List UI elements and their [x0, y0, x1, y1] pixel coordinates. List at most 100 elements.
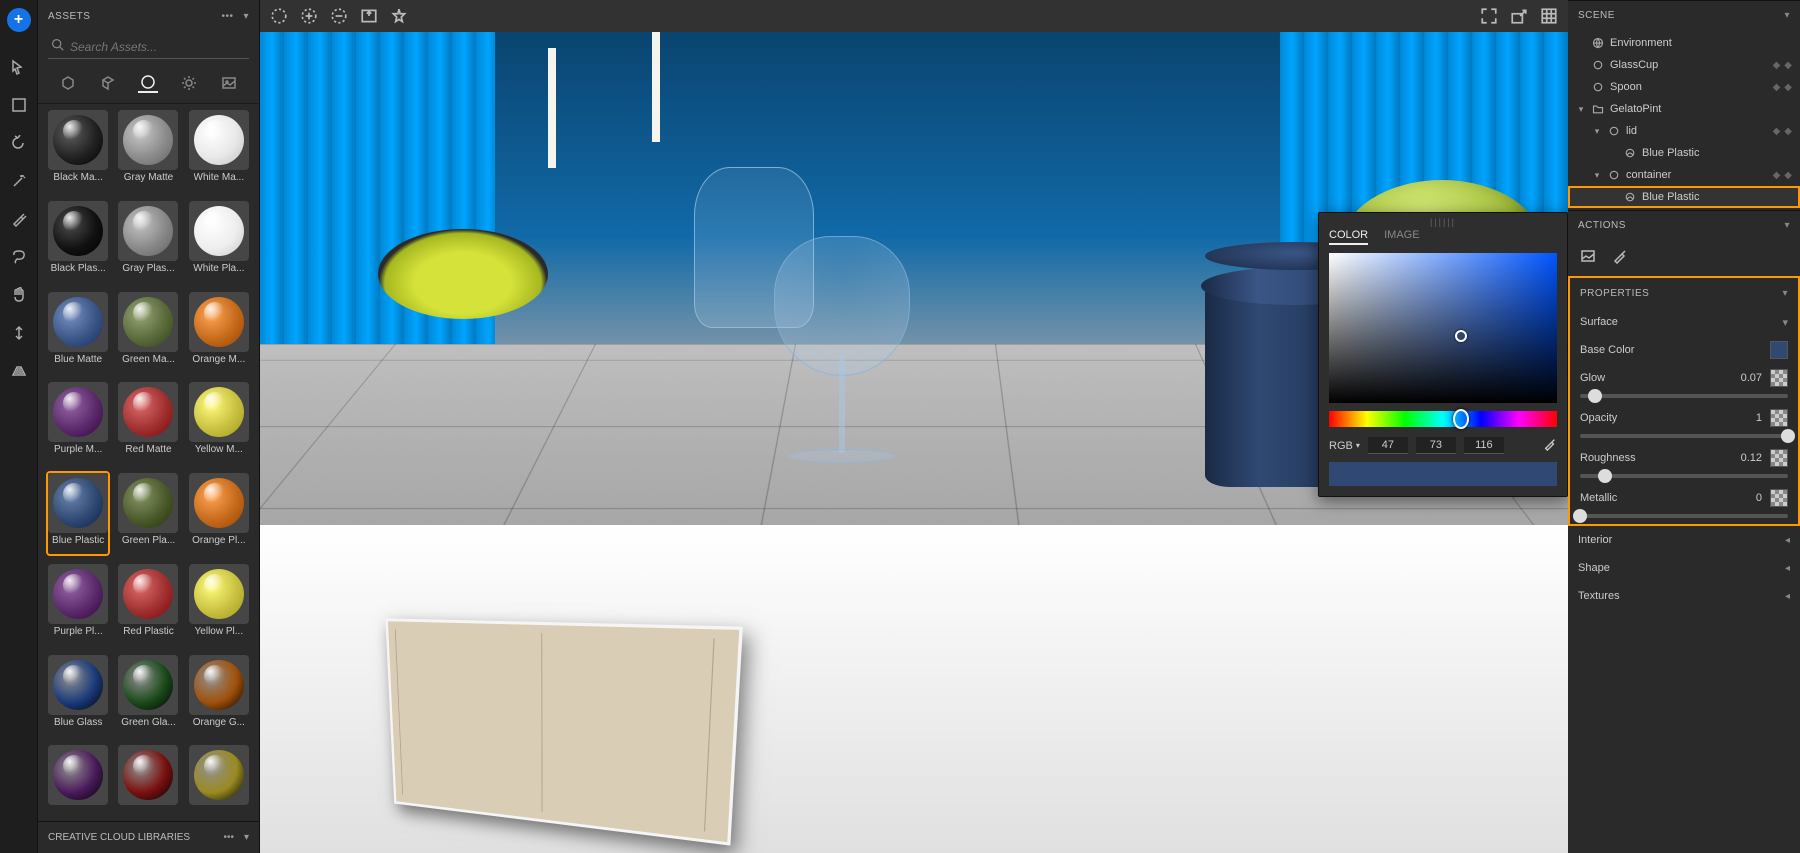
base-color-swatch[interactable] [1770, 341, 1788, 359]
slider-thumb[interactable] [1573, 509, 1587, 523]
material-tile[interactable]: Black Ma... [46, 108, 110, 193]
material-tile[interactable]: White Pla... [187, 199, 251, 284]
caret-icon[interactable]: ▾ [1592, 170, 1602, 181]
material-tile[interactable]: Blue Plastic [46, 471, 110, 556]
sv-cursor[interactable] [1455, 330, 1467, 342]
eyedropper-icon[interactable] [1543, 437, 1557, 454]
category-materials[interactable] [138, 73, 158, 93]
marquee-circle-icon[interactable] [270, 7, 288, 25]
node-badge-icon[interactable]: ◆ [1784, 82, 1792, 93]
property-section-shape[interactable]: Shape◂ [1568, 554, 1800, 582]
category-lights[interactable] [179, 73, 199, 93]
material-tile[interactable]: Yellow M... [187, 380, 251, 465]
libraries-more-icon[interactable]: ••• [223, 832, 234, 843]
magic-wand-tool[interactable] [0, 162, 38, 200]
metallic-slider[interactable] [1580, 514, 1788, 518]
material-tile[interactable]: Gray Plas... [116, 199, 180, 284]
slider-thumb[interactable] [1598, 469, 1612, 483]
material-tile[interactable]: Gray Matte [116, 108, 180, 193]
cc-libraries-footer[interactable]: CREATIVE CLOUD LIBRARIES ••• ▾ [38, 821, 259, 853]
action-image-icon[interactable] [1578, 246, 1598, 266]
material-tile[interactable]: Blue Matte [46, 290, 110, 375]
material-tile[interactable]: White Ma... [187, 108, 251, 193]
scene-node[interactable]: Spoon◆◆ [1568, 76, 1800, 98]
category-images[interactable] [219, 73, 239, 93]
roughness-slider[interactable] [1580, 474, 1788, 478]
node-badge-icon[interactable]: ◆ [1773, 126, 1781, 137]
hue-slider[interactable] [1329, 411, 1557, 427]
dolly-tool[interactable] [0, 314, 38, 352]
action-eyedropper-icon[interactable] [1610, 246, 1630, 266]
material-tile[interactable]: Blue Glass [46, 653, 110, 738]
category-models[interactable] [58, 73, 78, 93]
category-shapes[interactable] [98, 73, 118, 93]
drag-handle-icon[interactable]: |||||| [1329, 217, 1557, 225]
scene-node[interactable]: Blue Plastic [1568, 186, 1800, 208]
chevron-down-icon[interactable]: ▾ [1782, 288, 1788, 299]
assets-more-icon[interactable]: ••• [221, 11, 233, 22]
property-section-interior[interactable]: Interior◂ [1568, 526, 1800, 554]
color-tab[interactable]: COLOR [1329, 229, 1368, 245]
material-tile[interactable]: Orange Pl... [187, 471, 251, 556]
scene-node[interactable]: Blue Plastic [1568, 142, 1800, 164]
assets-chevron-icon[interactable]: ▾ [243, 11, 249, 22]
material-tile[interactable]: Green Ma... [116, 290, 180, 375]
material-tile[interactable] [187, 743, 251, 817]
slider-thumb[interactable] [1781, 429, 1795, 443]
chevron-down-icon[interactable]: ▾ [1782, 316, 1788, 329]
material-tile[interactable]: Black Plas... [46, 199, 110, 284]
chevron-down-icon[interactable]: ▾ [1784, 220, 1790, 231]
opacity-value[interactable]: 1 [1756, 412, 1762, 424]
material-tile[interactable] [116, 743, 180, 817]
glow-slider[interactable] [1580, 394, 1788, 398]
scene-node[interactable]: ▾lid◆◆ [1568, 120, 1800, 142]
caret-icon[interactable]: ▾ [1576, 104, 1586, 115]
marquee-sub-icon[interactable] [330, 7, 348, 25]
eyedropper-tool[interactable] [0, 200, 38, 238]
image-tab[interactable]: IMAGE [1384, 229, 1419, 245]
chevron-down-icon[interactable]: ▾ [1784, 10, 1790, 21]
material-tile[interactable]: Orange M... [187, 290, 251, 375]
material-tile[interactable]: Yellow Pl... [187, 562, 251, 647]
undo-tool[interactable] [0, 124, 38, 162]
material-tile[interactable] [46, 743, 110, 817]
sv-picker[interactable] [1329, 253, 1557, 403]
render-canvas[interactable]: |||||| COLOR IMAGE RGB ▾ [260, 32, 1568, 853]
metallic-texture-button[interactable] [1770, 489, 1788, 507]
scene-node[interactable]: ▾GelatoPint [1568, 98, 1800, 120]
node-badge-icon[interactable]: ◆ [1784, 126, 1792, 137]
lasso-tool[interactable] [0, 238, 38, 276]
metallic-value[interactable]: 0 [1756, 492, 1762, 504]
export-icon[interactable] [1510, 7, 1528, 25]
material-tile[interactable]: Red Plastic [116, 562, 180, 647]
r-input[interactable] [1368, 437, 1408, 454]
b-input[interactable] [1464, 437, 1504, 454]
glow-value[interactable]: 0.07 [1741, 372, 1762, 384]
color-swatch[interactable] [1329, 462, 1557, 486]
roughness-value[interactable]: 0.12 [1741, 452, 1762, 464]
hand-tool[interactable] [0, 276, 38, 314]
color-mode-select[interactable]: RGB ▾ [1329, 440, 1360, 452]
property-section-textures[interactable]: Textures◂ [1568, 582, 1800, 610]
perspective-tool[interactable] [0, 352, 38, 390]
libraries-chevron-icon[interactable]: ▾ [244, 832, 249, 843]
g-input[interactable] [1416, 437, 1456, 454]
fullscreen-icon[interactable] [1480, 7, 1498, 25]
opacity-slider[interactable] [1580, 434, 1788, 438]
roughness-texture-button[interactable] [1770, 449, 1788, 467]
node-badge-icon[interactable]: ◆ [1773, 170, 1781, 181]
effects-icon[interactable] [390, 7, 408, 25]
hue-cursor[interactable] [1453, 409, 1469, 429]
caret-icon[interactable]: ▾ [1592, 126, 1602, 137]
node-badge-icon[interactable]: ◆ [1784, 170, 1792, 181]
asset-search-input[interactable] [48, 36, 249, 59]
node-badge-icon[interactable]: ◆ [1784, 60, 1792, 71]
scene-node[interactable]: Environment [1568, 32, 1800, 54]
material-tile[interactable]: Purple M... [46, 380, 110, 465]
material-tile[interactable]: Red Matte [116, 380, 180, 465]
node-badge-icon[interactable]: ◆ [1773, 60, 1781, 71]
material-tile[interactable]: Orange G... [187, 653, 251, 738]
scene-node[interactable]: ▾container◆◆ [1568, 164, 1800, 186]
scene-node[interactable]: GlassCup◆◆ [1568, 54, 1800, 76]
place-image-icon[interactable] [360, 7, 378, 25]
